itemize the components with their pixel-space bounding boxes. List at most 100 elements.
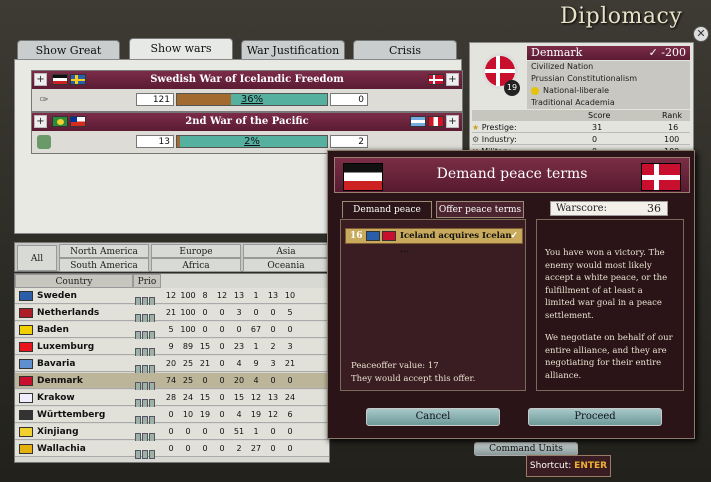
country-column-header[interactable]: Country (15, 274, 133, 288)
tab-show-wars[interactable]: Show wars (129, 38, 233, 60)
influence-cell: 24 (284, 393, 296, 402)
peace-term-row[interactable]: 16 Iceland acquires Icelan ... ✓ (345, 228, 523, 255)
filter-all[interactable]: All (17, 245, 57, 271)
influence-cell: 0 (219, 376, 225, 385)
table-row[interactable]: Bavaria 20 25 21 0 4 9 3 21 (15, 356, 329, 374)
influence-cell: 3 (287, 342, 293, 351)
flag-sweden-icon (366, 231, 380, 241)
influence-cell: 13 (267, 393, 279, 402)
priority-toggle[interactable] (135, 342, 159, 357)
priority-toggle[interactable] (135, 291, 159, 306)
tab-great-powers[interactable]: Show Great Powers (17, 40, 120, 76)
table-row[interactable]: Krakow 28 24 15 0 15 12 13 24 (15, 390, 329, 408)
shortcut-hint: Shortcut: ENTER (526, 455, 611, 477)
country-name: Krakow (37, 393, 75, 403)
influence-cell: 0 (219, 359, 225, 368)
country-name-cell: Luxemburg (19, 341, 131, 354)
table-row[interactable]: Sweden 12 100 8 12 13 1 13 10 (15, 288, 329, 306)
priority-toggle[interactable] (135, 376, 159, 391)
description-paragraph-1: You have won a victory. The enemy would … (545, 248, 668, 321)
table-row[interactable]: Luxemburg 9 89 15 0 23 1 2 3 (15, 339, 329, 357)
influence-cell: 8 (202, 291, 208, 300)
influence-cell: 10 (182, 410, 194, 419)
expand-attackers-icon[interactable]: + (34, 73, 47, 86)
tab-offer-peace[interactable]: Offer peace terms (436, 201, 524, 218)
influence-cell: 4 (236, 410, 242, 419)
priority-toggle[interactable] (135, 359, 159, 374)
stat-score: 31 (592, 123, 603, 132)
tab-demand-peace[interactable]: Demand peace terms (342, 201, 432, 231)
proceed-button[interactable]: Proceed (528, 408, 662, 426)
stats-header: Score Rank (472, 110, 690, 121)
peace-dialog: Demand peace terms Demand peace terms Of… (327, 150, 695, 439)
influence-cell: 0 (219, 410, 225, 419)
flag-denmark-icon (382, 231, 396, 241)
country-name: Baden (37, 325, 69, 335)
country-name-cell: Denmark (19, 375, 131, 388)
priority-toggle[interactable] (135, 393, 159, 408)
priority-toggle[interactable] (135, 308, 159, 323)
warscore-label: Warscore: (556, 203, 607, 214)
table-row[interactable]: Wallachia 0 0 0 0 2 27 0 0 (15, 441, 329, 459)
ruling-party: National-liberale (527, 85, 690, 97)
influence-cell: 0 (202, 308, 208, 317)
tab-crisis[interactable]: Crisis (353, 40, 457, 60)
priority-toggle[interactable] (135, 427, 159, 442)
table-row[interactable]: Denmark 74 25 0 0 20 4 0 0 (15, 373, 329, 391)
filter-europe[interactable]: Europe (151, 244, 241, 258)
filter-africa[interactable]: Africa (151, 258, 241, 272)
influence-cell: 13 (267, 291, 279, 300)
expand-defenders-icon[interactable]: + (446, 115, 459, 128)
country-name-cell: Württemberg (19, 409, 131, 422)
influence-cell: 12 (216, 291, 228, 300)
filter-oceania[interactable]: Oceania (243, 258, 329, 272)
war-card[interactable]: Swedish War of Icelandic Freedom + + ✑ 1… (31, 70, 463, 112)
flag-chile-icon (70, 116, 86, 127)
influence-cell: 0 (219, 393, 225, 402)
influence-cell: 0 (168, 427, 174, 436)
priority-toggle[interactable] (135, 325, 159, 340)
prio-column-header[interactable]: Prio (133, 274, 161, 288)
stat-label: Industry: (481, 135, 517, 144)
filter-south-america[interactable]: South America (59, 258, 149, 272)
close-icon[interactable]: ✕ (693, 26, 709, 42)
country-name: Bavaria (37, 359, 76, 369)
description-paragraph-2: We negotiate on behalf of our entire all… (545, 333, 673, 381)
stat-rank: 16 (668, 123, 679, 132)
country-name-text: Denmark (531, 46, 583, 59)
country-table: Country Prio Sweden 12 100 8 12 13 1 13 10 Nether… (14, 273, 330, 463)
country-name: Denmark (37, 376, 83, 386)
influence-cell: 0 (202, 325, 208, 334)
stat-label: Prestige: (481, 123, 517, 132)
warscore-label: 2% (244, 136, 260, 147)
priority-toggle[interactable] (135, 410, 159, 425)
table-row[interactable]: Baden 5 100 0 0 0 67 0 0 (15, 322, 329, 340)
country-name: Wallachia (37, 444, 86, 454)
term-text: Iceland acquires Icelan ... (400, 231, 512, 255)
filter-north-america[interactable]: North America (59, 244, 149, 258)
influence-cell: 12 (165, 291, 177, 300)
filter-asia[interactable]: Asia (243, 244, 329, 258)
priority-toggle[interactable] (135, 444, 159, 459)
influence-cell: 0 (270, 325, 276, 334)
war-goal-icon (37, 135, 51, 149)
war-card[interactable]: 2nd War of the Pacific + + 13 2% 2 (31, 112, 463, 154)
expand-defenders-icon[interactable]: + (446, 73, 459, 86)
command-units-button[interactable]: Command Units (474, 442, 578, 456)
shortcut-key: ENTER (574, 461, 608, 471)
warscore-box: Warscore: 36 (550, 201, 668, 216)
attacker-score: 13 (136, 135, 174, 148)
stat-prestige: ★ Prestige: 31 16 (472, 122, 690, 133)
tab-war-justification[interactable]: War Justification (241, 40, 345, 60)
stat-score: 0 (592, 135, 598, 144)
dialog-header: Demand peace terms (334, 157, 690, 193)
star-icon: ★ (472, 123, 480, 132)
influence-cell: 15 (233, 393, 245, 402)
cancel-button[interactable]: Cancel (366, 408, 500, 426)
table-row[interactable]: Württemberg 0 10 19 0 4 19 12 6 (15, 407, 329, 425)
influence-cell: 0 (287, 376, 293, 385)
table-row[interactable]: Xinjiang 0 0 0 0 51 1 0 0 (15, 424, 329, 442)
expand-attackers-icon[interactable]: + (34, 115, 47, 128)
country-name-cell: Xinjiang (19, 426, 131, 439)
table-row[interactable]: Netherlands 21 100 0 0 3 0 0 5 (15, 305, 329, 323)
